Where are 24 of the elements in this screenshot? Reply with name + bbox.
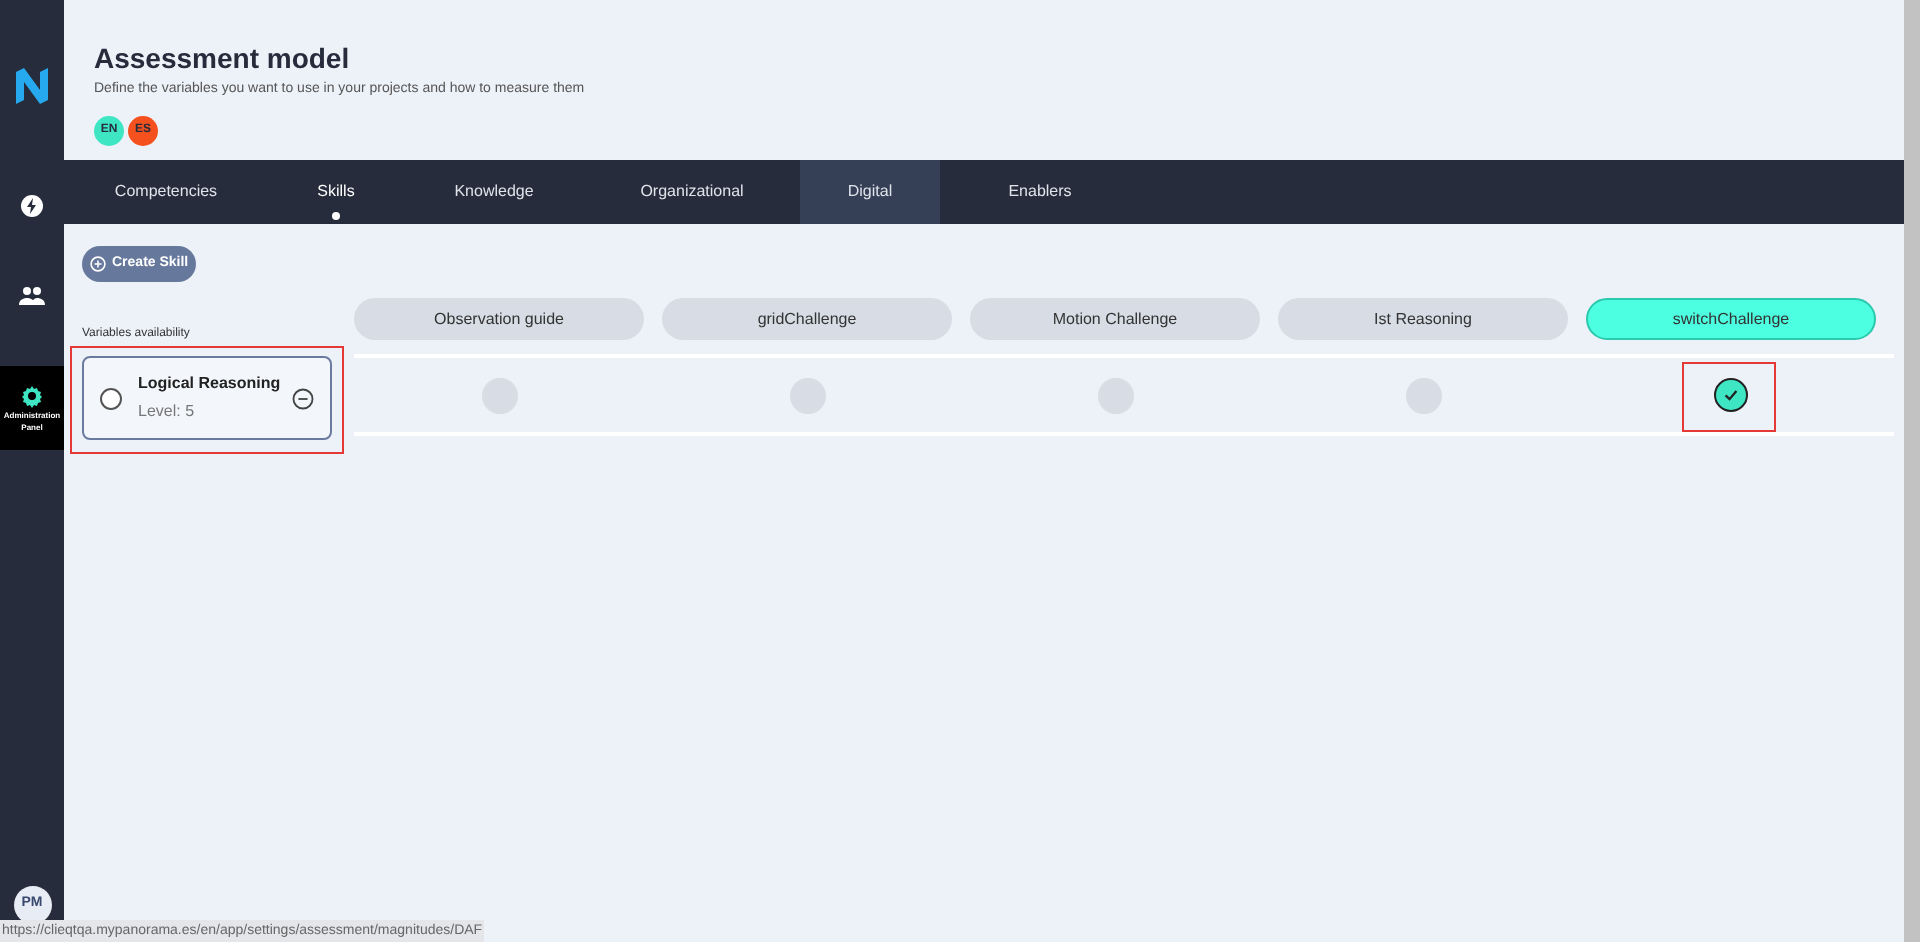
bolt-icon: [20, 194, 44, 218]
remove-icon[interactable]: [292, 387, 314, 409]
variable-name: Logical Reasoning: [138, 372, 283, 396]
page-title: Assessment model: [94, 40, 352, 76]
column-header[interactable]: Observation guide: [354, 298, 644, 340]
column-header[interactable]: gridChallenge: [662, 298, 952, 340]
tab[interactable]: Digital: [800, 160, 940, 224]
gear-icon: [20, 383, 44, 407]
variable-level: Level: 5: [138, 400, 197, 424]
radio-button[interactable]: [100, 387, 122, 409]
column-header[interactable]: Motion Challenge: [970, 298, 1260, 340]
tab[interactable]: Enablers: [940, 160, 1140, 224]
scrollbar[interactable]: [1904, 0, 1920, 942]
column-header[interactable]: switchChallenge: [1586, 298, 1876, 340]
tab[interactable]: Skills: [268, 160, 404, 224]
variable-card[interactable]: Logical Reasoning Level: 5: [82, 356, 332, 440]
column-header[interactable]: Ist Reasoning: [1278, 298, 1568, 340]
tab[interactable]: Organizational: [584, 160, 800, 224]
check-icon[interactable]: [1714, 378, 1748, 412]
logo-icon: [14, 66, 50, 106]
people-icon: [18, 286, 46, 306]
tab[interactable]: Knowledge: [404, 160, 584, 224]
tab[interactable]: Competencies: [64, 160, 268, 224]
plus-icon: [90, 256, 106, 272]
